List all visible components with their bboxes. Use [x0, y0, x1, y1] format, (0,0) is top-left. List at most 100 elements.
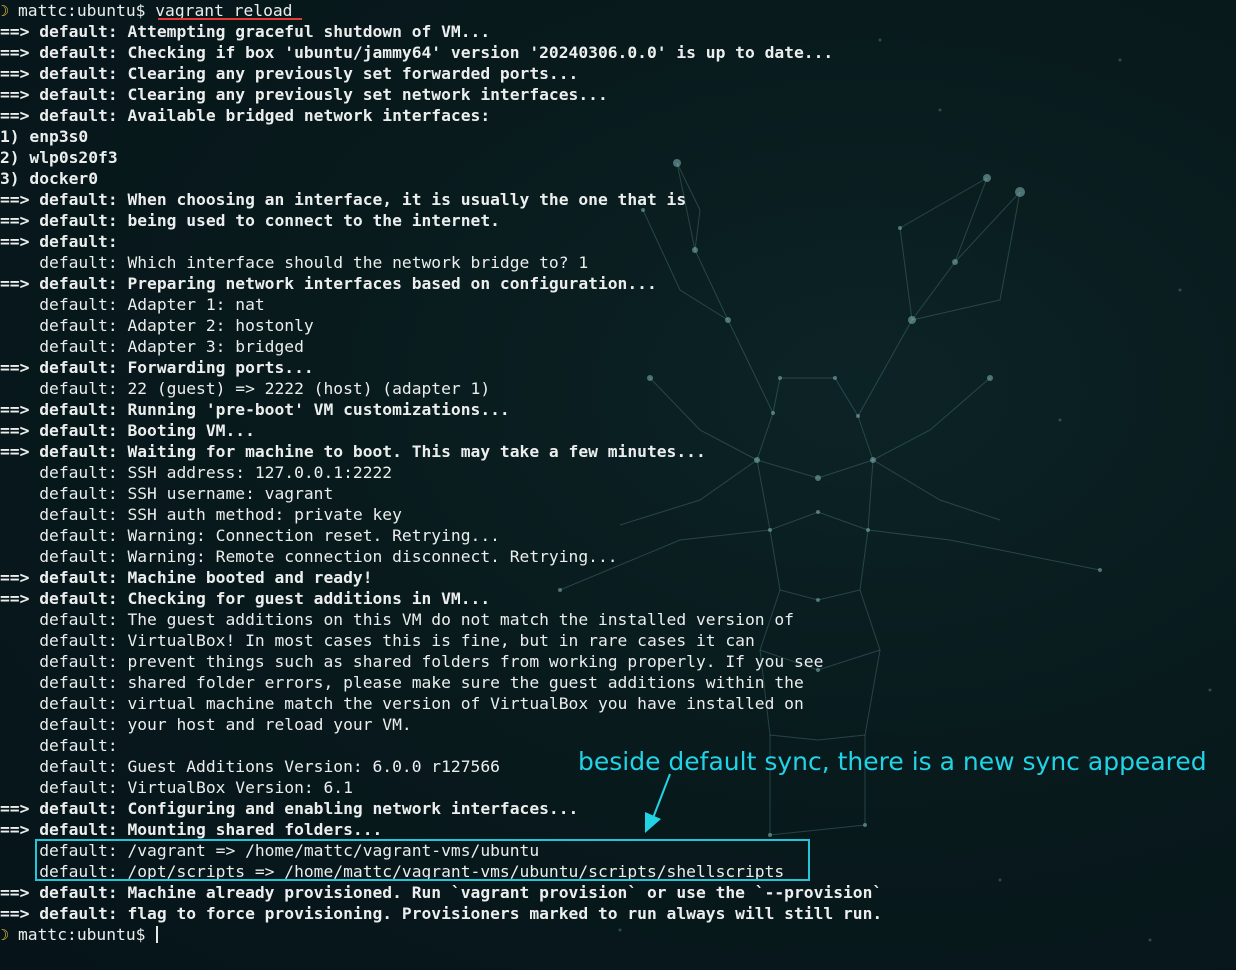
line-prefix	[0, 253, 39, 272]
output-line: ==> default: flag to force provisioning.…	[0, 903, 882, 924]
final-prompt-line[interactable]: ☽ mattc:ubuntu$	[0, 924, 159, 945]
output-line: default: Which interface should the netw…	[0, 252, 588, 273]
line-prefix: ==>	[0, 106, 40, 125]
line-prefix	[0, 778, 39, 797]
line-prefix	[0, 736, 39, 755]
line-text: default: SSH auth method: private key	[39, 505, 402, 524]
line-prefix	[0, 862, 39, 881]
line-prefix: ==>	[0, 211, 40, 230]
line-text: default: Machine booted and ready!	[39, 568, 373, 587]
output-line: default: Warning: Connection reset. Retr…	[0, 525, 500, 546]
line-text: default: prevent things such as shared f…	[39, 652, 824, 671]
line-text: default: Booting VM...	[39, 421, 255, 440]
output-line: ==> default: Running 'pre-boot' VM custo…	[0, 399, 510, 420]
line-text: default: Warning: Connection reset. Retr…	[39, 526, 500, 545]
line-text: default: The guest additions on this VM …	[39, 610, 794, 629]
line-prefix: ==>	[0, 568, 40, 587]
output-line: ==> default: Preparing network interface…	[0, 273, 657, 294]
line-text: default: being used to connect to the in…	[39, 211, 500, 230]
line-prefix	[0, 841, 39, 860]
output-line: ==> default: Booting VM...	[0, 420, 255, 441]
line-prefix	[0, 463, 39, 482]
crescent-moon-icon: ☽	[0, 2, 10, 20]
output-line: ==> default: Checking if box 'ubuntu/jam…	[0, 42, 833, 63]
output-line: default: your host and reload your VM.	[0, 714, 412, 735]
line-text: 3) docker0	[0, 169, 99, 188]
line-text: default: Adapter 3: bridged	[39, 337, 304, 356]
line-text: default: Preparing network interfaces ba…	[39, 274, 657, 293]
line-text: default: Adapter 1: nat	[39, 295, 265, 314]
output-line: ==> default: Checking for guest addition…	[0, 588, 490, 609]
line-text: default: Checking if box 'ubuntu/jammy64…	[39, 43, 834, 62]
line-text: default: virtual machine match the versi…	[39, 694, 804, 713]
line-text: default: Which interface should the netw…	[39, 253, 589, 272]
line-prefix: ==>	[0, 43, 40, 62]
line-prefix: ==>	[0, 190, 40, 209]
line-text: default: Warning: Remote connection disc…	[39, 547, 618, 566]
output-line: ==> default: Clearing any previously set…	[0, 63, 578, 84]
line-text: default: VirtualBox! In most cases this …	[39, 631, 755, 650]
output-line: default: Adapter 3: bridged	[0, 336, 304, 357]
line-prefix: ==>	[0, 589, 40, 608]
line-prefix	[0, 379, 39, 398]
output-line: default:	[0, 735, 117, 756]
output-line: ==> default: When choosing an interface,…	[0, 189, 686, 210]
output-line: ==> default: Mounting shared folders...	[0, 819, 382, 840]
output-line: default: VirtualBox! In most cases this …	[0, 630, 755, 651]
line-prefix	[0, 715, 39, 734]
line-text: default: Mounting shared folders...	[39, 820, 383, 839]
line-text: default: Configuring and enabling networ…	[39, 799, 579, 818]
output-line: ==> default: Clearing any previously set…	[0, 84, 608, 105]
line-prefix: ==>	[0, 85, 40, 104]
line-text: default: Available bridged network inter…	[39, 106, 491, 125]
prompt-user-host: mattc:ubuntu$	[18, 1, 146, 20]
output-line: default: SSH username: vagrant	[0, 483, 333, 504]
output-line: ==> default: being used to connect to th…	[0, 210, 500, 231]
output-line: default: SSH address: 127.0.0.1:2222	[0, 462, 392, 483]
line-text: default: When choosing an interface, it …	[39, 190, 687, 209]
line-text: default: your host and reload your VM.	[39, 715, 412, 734]
output-line: ==> default: Available bridged network i…	[0, 105, 490, 126]
line-text: default: 22 (guest) => 2222 (host) (adap…	[39, 379, 491, 398]
output-line: default: 22 (guest) => 2222 (host) (adap…	[0, 378, 490, 399]
line-text: default: shared folder errors, please ma…	[39, 673, 804, 692]
output-line: default: virtual machine match the versi…	[0, 693, 804, 714]
line-prefix: ==>	[0, 400, 40, 419]
line-text: default: VirtualBox Version: 6.1	[39, 778, 353, 797]
line-prefix	[0, 757, 39, 776]
line-text: default: Machine already provisioned. Ru…	[39, 883, 883, 902]
line-prefix: ==>	[0, 232, 40, 251]
output-line: 2) wlp0s20f3	[0, 147, 118, 168]
line-text: default: Clearing any previously set for…	[39, 64, 579, 83]
output-line: ==> default: Waiting for machine to boot…	[0, 441, 706, 462]
output-line: ==> default:	[0, 231, 118, 252]
output-line: default: prevent things such as shared f…	[0, 651, 823, 672]
output-line: default: Warning: Remote connection disc…	[0, 546, 618, 567]
output-line: default: shared folder errors, please ma…	[0, 672, 804, 693]
line-text: default: Clearing any previously set net…	[39, 85, 608, 104]
line-prefix: ==>	[0, 22, 40, 41]
line-prefix	[0, 547, 39, 566]
annotation-label: beside default sync, there is a new sync…	[578, 747, 1207, 776]
line-text: 1) enp3s0	[0, 127, 89, 146]
line-prefix	[0, 316, 39, 335]
line-text: default: Checking for guest additions in…	[39, 589, 491, 608]
line-prefix: ==>	[0, 442, 40, 461]
line-text: default: Forwarding ports...	[39, 358, 314, 377]
line-text: default: SSH username: vagrant	[39, 484, 334, 503]
line-text: default:	[39, 232, 118, 251]
line-prefix: ==>	[0, 883, 40, 902]
output-line: ==> default: Machine booted and ready!	[0, 567, 373, 588]
line-text: default: SSH address: 127.0.0.1:2222	[39, 463, 393, 482]
line-prefix	[0, 337, 39, 356]
command-underline-annotation	[158, 18, 302, 20]
output-line: default: Adapter 1: nat	[0, 294, 265, 315]
output-line: ==> default: Forwarding ports...	[0, 357, 314, 378]
prompt-user-host: mattc:ubuntu$	[18, 925, 146, 944]
line-text: 2) wlp0s20f3	[0, 148, 118, 167]
line-text: default: flag to force provisioning. Pro…	[39, 904, 883, 923]
output-line: default: Guest Additions Version: 6.0.0 …	[0, 756, 500, 777]
line-prefix	[0, 673, 39, 692]
line-prefix: ==>	[0, 799, 40, 818]
output-line: ==> default: Configuring and enabling ne…	[0, 798, 578, 819]
